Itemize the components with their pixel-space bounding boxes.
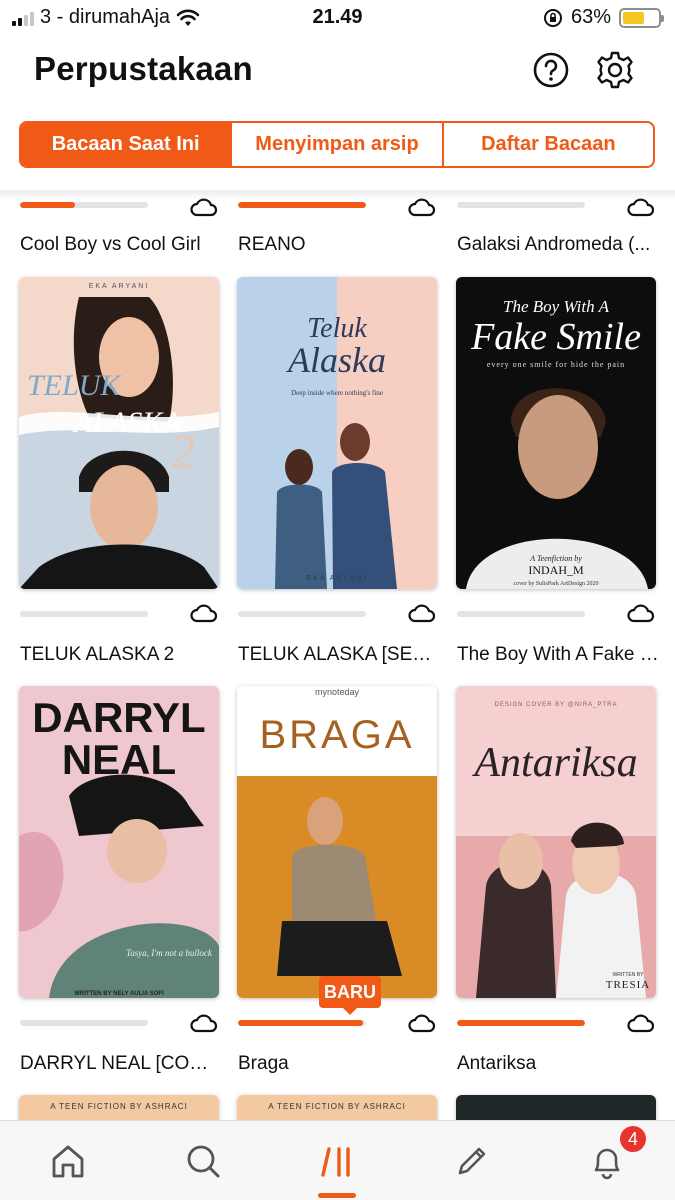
library-tabs: Bacaan Saat Ini Menyimpan arsip Daftar B…: [19, 121, 655, 168]
new-chapter-badge: BARU: [319, 976, 381, 1015]
cover-title: ALASKA: [72, 406, 181, 439]
reading-progress: [238, 611, 366, 617]
reading-progress: [20, 1020, 148, 1026]
cover-title: DARRYL: [32, 694, 205, 741]
reading-progress: [20, 611, 148, 617]
cloud-icon[interactable]: [408, 604, 436, 624]
help-icon[interactable]: [531, 50, 571, 90]
cover-author: WRITTEN BY NELY AULIA SOFI: [74, 991, 164, 997]
page-title: Perpustakaan: [34, 50, 253, 87]
home-icon: [52, 1145, 84, 1178]
cover-credit: A Teenfiction by: [529, 554, 582, 563]
cover-author: TRESIA: [606, 979, 651, 991]
reading-progress: [457, 202, 585, 208]
book-cover-fake-smile[interactable]: The Boy With A Fake Smile every one smil…: [456, 277, 656, 589]
cover-author: mynoteday: [315, 687, 360, 697]
write-icon: [458, 1147, 486, 1175]
cover-title: NEAL: [62, 736, 176, 783]
book-grid: Cool Boy vs Cool Girl REANO Galaksi Andr…: [0, 0, 675, 1200]
battery-percent: 63%: [570, 6, 611, 28]
cover-author: EKA ARYANI: [89, 283, 150, 290]
cover-title: Alaska: [286, 340, 386, 380]
cover-author: EKA ARYANI: [307, 575, 368, 582]
book-title[interactable]: Cool Boy vs Cool Girl: [20, 234, 222, 256]
book-title[interactable]: The Boy With A Fake S...: [457, 644, 659, 666]
tab-archive[interactable]: Menyimpan arsip: [230, 123, 441, 166]
cover-author: INDAH_M: [528, 563, 584, 577]
active-tab-indicator: [318, 1193, 356, 1198]
tab-reading-list[interactable]: Daftar Bacaan: [441, 123, 653, 166]
book-title[interactable]: REANO: [238, 234, 440, 256]
cover-credit: A TEEN FICTION BY ASHRACI: [50, 1102, 188, 1111]
notification-count-badge[interactable]: 4: [618, 1124, 648, 1154]
cover-credit: DESIGN COVER BY @NIRA_PTRA: [494, 702, 617, 708]
book-cover-teluk-alaska-2[interactable]: EKA ARYANI TELUK ALASKA 2: [19, 277, 219, 589]
book-cover-darryl-neal[interactable]: DARRYL NEAL Tasya, I'm not a bullock WRI…: [19, 686, 219, 998]
status-bar: 3 - dirumahAja 21.49 63%: [0, 0, 675, 36]
cover-credit: WRITTEN BY: [613, 972, 644, 978]
nav-search[interactable]: [181, 1139, 225, 1183]
reading-progress: [457, 1020, 585, 1026]
header-divider: [0, 190, 675, 200]
book-title[interactable]: TELUK ALASKA 2: [20, 644, 222, 666]
cover-number: 2: [171, 425, 195, 478]
book-cover-teluk-alaska[interactable]: Teluk Alaska Deep inside where nothing's…: [237, 277, 437, 589]
reading-progress: [238, 1020, 366, 1026]
book-title[interactable]: Galaksi Andromeda (...: [457, 234, 659, 256]
cover-title: Fake Smile: [470, 316, 641, 358]
cover-tagline: Tasya, I'm not a bullock: [126, 948, 213, 958]
cover-credit: A TEEN FICTION BY ASHRACI: [268, 1102, 406, 1111]
tab-current-reads[interactable]: Bacaan Saat Ini: [21, 123, 231, 166]
nav-write[interactable]: [450, 1139, 494, 1183]
reading-progress: [457, 611, 585, 617]
cover-tagline: every one smile for hide the pain: [487, 360, 625, 369]
orientation-lock-icon: [543, 8, 562, 27]
book-cover-braga[interactable]: mynoteday BRAGA: [237, 686, 437, 998]
book-cover-antariksa[interactable]: DESIGN COVER BY @NIRA_PTRA Antariksa WRI…: [456, 686, 656, 998]
cloud-icon[interactable]: [627, 1014, 655, 1034]
cloud-icon[interactable]: [627, 604, 655, 624]
cover-title: Antariksa: [471, 740, 637, 786]
book-title[interactable]: Braga: [238, 1053, 440, 1075]
cloud-icon[interactable]: [408, 198, 436, 218]
reading-progress: [20, 202, 148, 208]
book-title[interactable]: Antariksa: [457, 1053, 659, 1075]
header: Perpustakaan: [0, 44, 675, 100]
search-icon: [187, 1145, 220, 1178]
library-icon: [321, 1147, 350, 1177]
cover-title: Teluk: [307, 313, 367, 344]
book-title[interactable]: DARRYL NEAL [COMPL...: [20, 1053, 222, 1075]
cover-tagline: Deep inside where nothing's fine: [291, 389, 383, 397]
nav-library[interactable]: [315, 1139, 359, 1183]
cloud-icon[interactable]: [190, 1014, 218, 1034]
battery-icon: [619, 7, 664, 28]
cloud-icon[interactable]: [190, 604, 218, 624]
cloud-icon[interactable]: [627, 198, 655, 218]
cover-title: TELUK: [27, 369, 122, 402]
bottom-nav: [0, 1120, 675, 1200]
nav-home[interactable]: [46, 1139, 90, 1183]
cover-title: The Boy With A: [503, 297, 610, 316]
cloud-icon[interactable]: [190, 198, 218, 218]
reading-progress: [238, 202, 366, 208]
cloud-icon[interactable]: [408, 1014, 436, 1034]
gear-icon[interactable]: [595, 50, 635, 90]
book-title[interactable]: TELUK ALASKA [SELE...: [238, 644, 440, 666]
cover-title: BRAGA: [259, 713, 414, 757]
cover-credit: cover by SulisPark ArtDesign 2020: [514, 581, 599, 587]
